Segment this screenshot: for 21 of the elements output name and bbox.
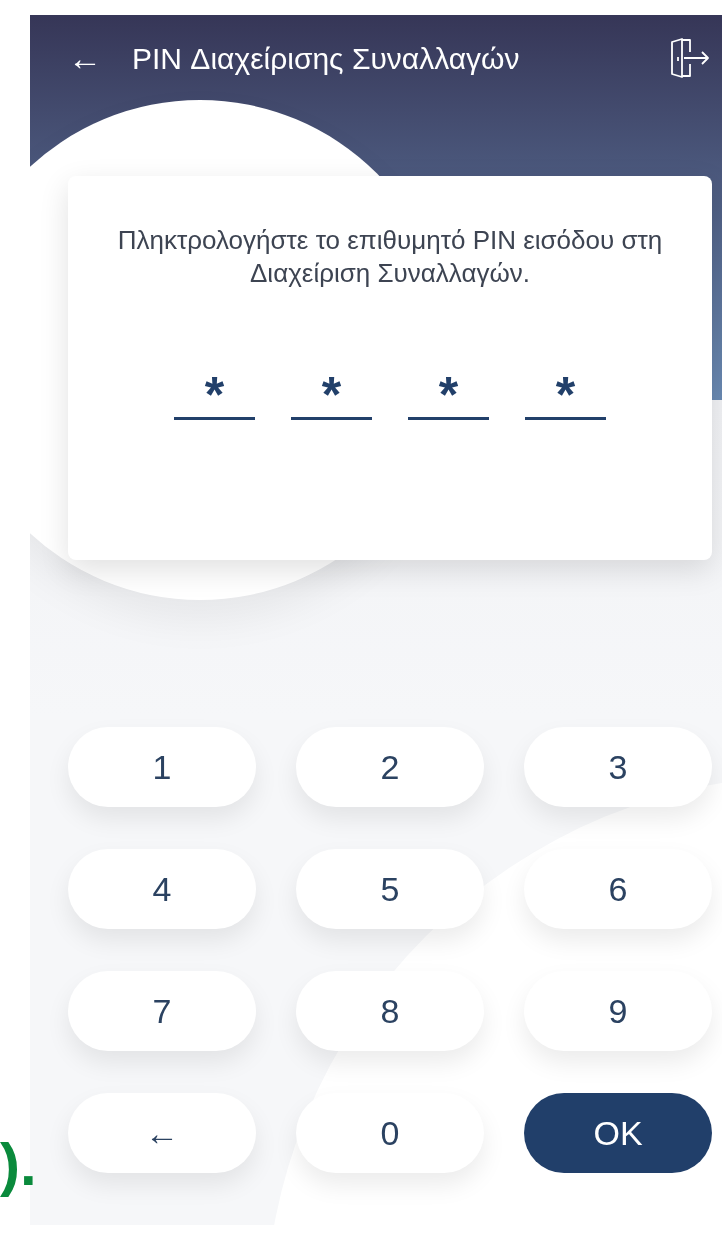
backspace-key[interactable]: ← bbox=[68, 1093, 256, 1173]
digit-key[interactable]: 2 bbox=[296, 727, 484, 807]
pin-digit-field[interactable]: * bbox=[291, 360, 372, 420]
ok-button[interactable]: OK bbox=[524, 1093, 712, 1173]
digit-key[interactable]: 1 bbox=[68, 727, 256, 807]
exit-door-icon[interactable] bbox=[668, 38, 712, 78]
pin-digit-field[interactable]: * bbox=[525, 360, 606, 420]
pin-digit-field[interactable]: * bbox=[408, 360, 489, 420]
digit-key[interactable]: 8 bbox=[296, 971, 484, 1051]
pin-digit-field[interactable]: * bbox=[174, 360, 255, 420]
digit-key[interactable]: 7 bbox=[68, 971, 256, 1051]
page-title: PIN Διαχείρισης Συναλλαγών bbox=[132, 40, 520, 77]
digit-key[interactable]: 6 bbox=[524, 849, 712, 929]
digit-key[interactable]: 4 bbox=[68, 849, 256, 929]
digit-key[interactable]: 5 bbox=[296, 849, 484, 929]
back-button[interactable]: ← bbox=[68, 41, 102, 75]
digit-key[interactable]: 0 bbox=[296, 1093, 484, 1173]
figure-label: ). bbox=[0, 1130, 37, 1200]
digit-key[interactable]: 9 bbox=[524, 971, 712, 1051]
digit-key[interactable]: 3 bbox=[524, 727, 712, 807]
instruction-text: Πληκτρολογήστε το επιθυμητό PIN εισόδου στη Διαχείριση Συναλλαγών. bbox=[116, 224, 664, 290]
